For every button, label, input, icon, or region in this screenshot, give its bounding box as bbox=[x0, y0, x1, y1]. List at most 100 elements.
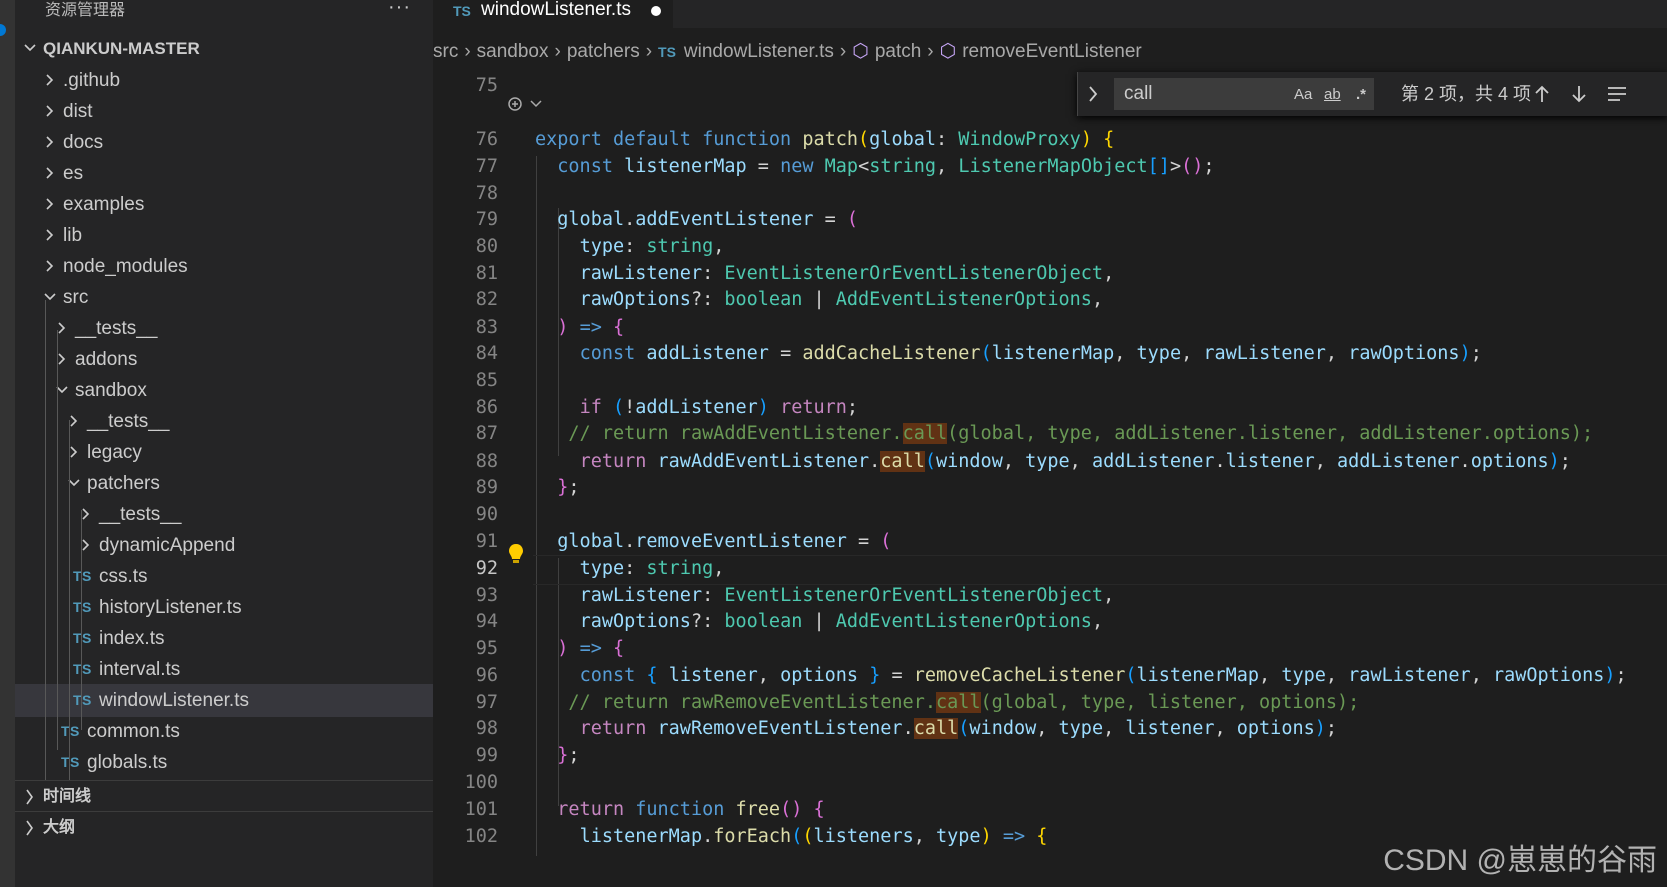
breadcrumb-item[interactable]: sandbox bbox=[477, 32, 549, 72]
tree-folder[interactable]: dist bbox=[15, 95, 433, 128]
breadcrumb-item[interactable]: patchers bbox=[567, 32, 640, 72]
regex-toggle[interactable]: .* bbox=[1356, 84, 1366, 106]
tree-folder[interactable]: patchers bbox=[15, 467, 433, 500]
notification-dot bbox=[0, 24, 6, 36]
find-widget: call Aa ab .* 第 2 项，共 4 项 bbox=[1077, 72, 1667, 116]
tree-item-label: common.ts bbox=[87, 721, 180, 742]
tree-folder[interactable]: .github bbox=[15, 64, 433, 97]
tree-folder[interactable]: addons bbox=[15, 343, 433, 376]
tree-item-label: interval.ts bbox=[99, 659, 181, 680]
tree-folder[interactable]: src bbox=[15, 281, 433, 314]
chevron-right-icon bbox=[77, 529, 95, 562]
tree-item-label: __tests__ bbox=[99, 504, 182, 525]
code-line[interactable]: rawListener: EventListenerOrEventListene… bbox=[535, 582, 1115, 610]
typescript-icon: TS bbox=[73, 599, 92, 615]
code-line[interactable]: }; bbox=[535, 474, 579, 502]
code-line[interactable]: return function free() { bbox=[535, 796, 824, 824]
breadcrumb-item[interactable]: src bbox=[433, 32, 458, 72]
code-line[interactable]: rawListener: EventListenerOrEventListene… bbox=[535, 260, 1115, 288]
code-line[interactable]: global.removeEventListener = ( bbox=[535, 528, 891, 556]
breadcrumb-item[interactable]: TS windowListener.ts bbox=[658, 32, 834, 72]
chevron-right-icon bbox=[65, 405, 83, 438]
breadcrumb-label: sandbox bbox=[476, 41, 549, 62]
code-line[interactable]: export default function patch(global: Wi… bbox=[535, 126, 1114, 154]
code-line[interactable]: rawOptions?: boolean | AddEventListenerO… bbox=[535, 608, 1104, 636]
outline-section[interactable]: 大纲 bbox=[15, 811, 433, 844]
line-number: 75 bbox=[475, 75, 498, 96]
tree-file[interactable]: TS css.ts bbox=[15, 560, 433, 593]
line-number: 95 bbox=[475, 638, 498, 659]
chevron-right-icon bbox=[41, 188, 59, 221]
typescript-icon: TS bbox=[61, 754, 80, 770]
code-line[interactable]: const listenerMap = new Map<string, List… bbox=[535, 153, 1214, 181]
tree-file[interactable]: TS globals.ts bbox=[15, 746, 433, 779]
tree-folder[interactable]: __tests__ bbox=[15, 312, 433, 345]
line-number: 88 bbox=[475, 451, 498, 472]
line-number: 102 bbox=[464, 826, 498, 847]
whole-word-toggle[interactable]: ab bbox=[1324, 84, 1341, 106]
tree-file[interactable]: TS common.ts bbox=[15, 715, 433, 748]
line-number: 93 bbox=[475, 585, 498, 606]
code-line[interactable]: type: string, bbox=[535, 233, 725, 261]
line-number: 85 bbox=[475, 370, 498, 391]
line-number: 90 bbox=[475, 504, 498, 525]
line-number: 101 bbox=[464, 799, 498, 820]
code-line[interactable]: return rawRemoveEventListener.call(windo… bbox=[535, 715, 1337, 743]
tree-file[interactable]: TS windowListener.ts bbox=[15, 684, 433, 717]
code-line[interactable]: // return rawRemoveEventListener.call(gl… bbox=[535, 689, 1359, 717]
tree-folder[interactable]: __tests__ bbox=[15, 498, 433, 531]
code-line[interactable]: if (!addListener) return; bbox=[535, 394, 858, 422]
tree-file[interactable]: TS index.ts bbox=[15, 622, 433, 655]
line-number: 89 bbox=[475, 477, 498, 498]
code-line[interactable]: ) => { bbox=[535, 314, 624, 342]
previous-match-icon[interactable] bbox=[1533, 84, 1551, 109]
find-input[interactable]: call Aa ab .* bbox=[1114, 78, 1374, 110]
code-editor[interactable]: 75 76 export default function patch(global… bbox=[433, 72, 1667, 887]
typescript-icon: TS bbox=[73, 661, 92, 677]
tree-file[interactable]: TS historyListener.ts bbox=[15, 591, 433, 624]
tree-folder[interactable]: node_modules bbox=[15, 250, 433, 283]
code-line[interactable]: type: string, bbox=[535, 555, 725, 583]
breadcrumb-item[interactable]: ⬡ patch bbox=[852, 32, 921, 72]
code-line[interactable]: ) => { bbox=[535, 635, 624, 663]
code-line[interactable]: // return rawAddEventListener.call(globa… bbox=[535, 420, 1593, 448]
breadcrumb-item[interactable]: ⬡ removeEventListener bbox=[940, 32, 1142, 72]
tree-folder[interactable]: es bbox=[15, 157, 433, 190]
tree-folder[interactable]: lib bbox=[15, 219, 433, 252]
tree-folder[interactable]: sandbox bbox=[15, 374, 433, 407]
chevron-right-icon bbox=[41, 157, 59, 190]
breadcrumb-label: src bbox=[433, 41, 459, 62]
timeline-section[interactable]: 时间线 bbox=[15, 780, 433, 813]
tree-item-label: patchers bbox=[87, 473, 160, 494]
tree-folder[interactable]: legacy bbox=[15, 436, 433, 469]
code-line[interactable]: global.addEventListener = ( bbox=[535, 206, 858, 234]
code-line[interactable]: const addListener = addCacheListener(lis… bbox=[535, 340, 1482, 368]
explorer-sidebar: 资源管理器 ··· QIANKUN-MASTER .github dist docs… bbox=[15, 0, 433, 887]
symbol-method-icon: ⬡ bbox=[939, 41, 957, 62]
more-actions-icon[interactable]: ··· bbox=[388, 0, 411, 19]
code-line[interactable]: const { listener, options } = removeCach… bbox=[535, 662, 1627, 690]
code-line[interactable]: }; bbox=[535, 742, 579, 770]
chevron-right-icon: › bbox=[554, 41, 561, 62]
tab-windowlistener[interactable]: TS windowListener.ts bbox=[433, 0, 673, 28]
unsaved-dot-icon[interactable] bbox=[651, 6, 661, 16]
code-line[interactable]: listenerMap.forEach((listeners, type) =>… bbox=[535, 823, 1048, 851]
tree-folder[interactable]: __tests__ bbox=[15, 405, 433, 438]
find-in-selection-icon[interactable] bbox=[1606, 84, 1628, 109]
workspace-root[interactable]: QIANKUN-MASTER bbox=[15, 32, 433, 65]
next-match-icon[interactable] bbox=[1570, 84, 1588, 109]
match-case-toggle[interactable]: Aa bbox=[1294, 84, 1312, 106]
tree-folder[interactable]: docs bbox=[15, 126, 433, 159]
line-number: 97 bbox=[475, 692, 498, 713]
codelens-icon[interactable] bbox=[507, 94, 547, 114]
code-line[interactable]: rawOptions?: boolean | AddEventListenerO… bbox=[535, 286, 1104, 314]
tree-file[interactable]: TS interval.ts bbox=[15, 653, 433, 686]
chevron-right-icon bbox=[65, 436, 83, 469]
tree-folder[interactable]: examples bbox=[15, 188, 433, 221]
typescript-icon: TS bbox=[658, 44, 676, 60]
chevron-right-icon[interactable] bbox=[1086, 84, 1100, 109]
breadcrumb: src › sandbox › patchers › TS windowListener.ts… bbox=[433, 32, 1667, 72]
tree-folder[interactable]: dynamicAppend bbox=[15, 529, 433, 562]
lightbulb-icon[interactable] bbox=[507, 542, 525, 566]
code-line[interactable]: return rawAddEventListener.call(window, … bbox=[535, 448, 1571, 476]
